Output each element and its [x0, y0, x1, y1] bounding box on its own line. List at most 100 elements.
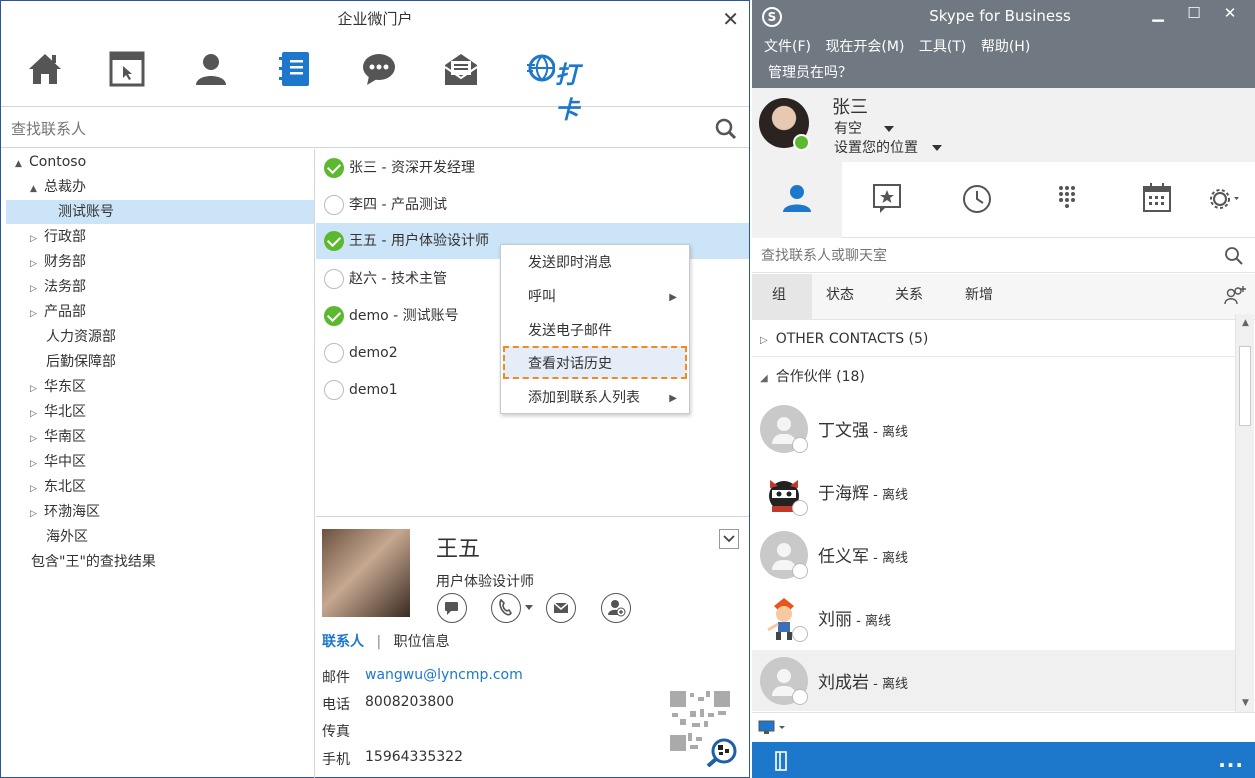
tab-relationships[interactable]: 关系	[895, 284, 923, 304]
tree-item[interactable]: ▲ 总裁办	[30, 175, 86, 199]
add-contact-icon[interactable]	[601, 593, 631, 623]
menu-item-call[interactable]: 呼叫 ▶	[501, 281, 689, 314]
menu-help[interactable]: 帮助(H)	[981, 39, 1030, 55]
tree-item[interactable]: 人力资源部	[46, 325, 116, 349]
qr-code-icon[interactable]	[668, 689, 740, 768]
phone-icon[interactable]	[491, 593, 521, 623]
tree-item[interactable]: ▷ 财务部	[30, 250, 86, 274]
location-dropdown[interactable]: 设置您的位置	[834, 137, 942, 157]
scroll-thumb[interactable]	[1239, 346, 1251, 426]
group-other-contacts[interactable]: ▷ OTHER CONTACTS (5)	[752, 321, 1235, 357]
menu-tools[interactable]: 工具(T)	[919, 39, 966, 55]
minimize-icon[interactable]: ▁	[1140, 4, 1176, 22]
maximize-icon[interactable]: ☐	[1176, 4, 1212, 22]
personal-note[interactable]: 管理员在吗？	[768, 62, 852, 82]
list-item[interactable]: 刘成岩 - 离线	[752, 650, 1235, 711]
user-name: 张三	[832, 97, 868, 118]
tree-item[interactable]: ▷ 华中区	[30, 450, 86, 474]
more-options-button[interactable]: ...	[1218, 748, 1244, 772]
chat-icon[interactable]	[359, 49, 399, 89]
expand-arrow-icon: ▷	[760, 335, 768, 346]
user-profile: 张三 有空 设置您的位置	[752, 88, 1255, 162]
tab-contact[interactable]: 联系人	[322, 634, 364, 650]
email-link[interactable]: wangwu@lyncmp.com	[365, 667, 523, 683]
menu-bar: 文件(F) 现在开会(M) 工具(T) 帮助(H)	[764, 36, 1040, 56]
list-item[interactable]: 任义军 - 离线	[752, 524, 1235, 587]
tree-item[interactable]: ▷ 东北区	[30, 475, 86, 499]
daka-icon[interactable]: 打卡	[527, 49, 599, 124]
monitor-icon[interactable]	[758, 720, 788, 736]
tree-item[interactable]: 后勤保障部	[46, 350, 116, 374]
im-icon[interactable]	[437, 593, 467, 623]
add-group-icon[interactable]	[1224, 284, 1248, 306]
tree-item[interactable]: ▷ 华南区	[30, 425, 86, 449]
tab-new[interactable]: 新增	[965, 284, 993, 304]
phone-dropdown-icon[interactable]	[525, 605, 533, 610]
skype-bottom-bar: ...	[752, 742, 1255, 778]
search-results-item[interactable]: 包含"王"的查找结果	[31, 550, 156, 574]
list-item[interactable]: 于海辉 - 离线	[752, 461, 1235, 524]
close-icon[interactable]: ✕	[722, 7, 739, 31]
tree-item[interactable]: ▷ 华北区	[30, 400, 86, 424]
tab-separator: |	[376, 634, 382, 650]
settings-gear-icon[interactable]	[1202, 162, 1252, 238]
tab-contacts[interactable]	[752, 162, 842, 238]
contact-view-tabs: 组 状态 关系 新增	[752, 274, 1255, 320]
address-book-icon[interactable]	[275, 49, 315, 89]
online-status-icon	[324, 158, 344, 178]
mobile-label: 手机	[322, 752, 350, 768]
tree-item[interactable]: ▷ 产品部	[30, 300, 86, 324]
list-item[interactable]: 丁文强 - 离线	[752, 398, 1235, 461]
chevron-down-icon[interactable]	[719, 529, 739, 549]
search-icon[interactable]	[715, 118, 737, 140]
group-partners[interactable]: ◢ 合作伙伴 (18)	[752, 359, 1235, 395]
home-icon[interactable]	[25, 49, 65, 89]
mail-icon[interactable]	[441, 49, 481, 89]
window-title: 企业微门户	[337, 10, 413, 28]
browser-icon[interactable]	[107, 49, 147, 89]
submenu-arrow-icon: ▶	[669, 292, 677, 303]
tab-groups[interactable]: 组	[772, 284, 786, 304]
menu-file[interactable]: 文件(F)	[764, 39, 811, 55]
menu-meet-now[interactable]: 现在开会(M)	[825, 39, 904, 55]
tab-favorites[interactable]	[842, 162, 932, 238]
tree-item[interactable]: ▷ 华东区	[30, 375, 86, 399]
scroll-down-icon[interactable]: ▼	[1236, 694, 1255, 712]
close-icon[interactable]: ✕	[1212, 4, 1248, 22]
skype-header: S Skype for Business ▁ ☐ ✕ 文件(F) 现在开会(M) 工…	[752, 0, 1255, 88]
menu-item-send-im[interactable]: 发送即时消息	[501, 247, 689, 280]
contact-search-input[interactable]	[11, 116, 691, 142]
contact-row[interactable]: 张三 - 资深开发经理	[316, 150, 749, 186]
tree-item[interactable]: ▷ 行政部	[30, 225, 86, 249]
menu-item-view-history[interactable]: 查看对话历史	[503, 346, 687, 379]
scrollbar[interactable]: ▲ ▼	[1235, 314, 1254, 712]
contact-card: 王五 用户体验设计师 联系人 | 职位信息 邮件 wangwu@lyncmp.c…	[316, 516, 749, 778]
tree-item-selected[interactable]: 测试账号	[6, 200, 314, 224]
offline-status-icon	[324, 380, 344, 400]
collapse-arrow-icon: ◢	[760, 373, 768, 384]
tab-meetings[interactable]	[1112, 162, 1202, 238]
tree-item[interactable]: ▲ Contoso	[15, 150, 86, 174]
menu-item-send-email[interactable]: 发送电子邮件	[501, 315, 689, 348]
tab-job-info[interactable]: 职位信息	[394, 634, 450, 650]
scroll-up-icon[interactable]: ▲	[1236, 314, 1255, 332]
tab-status[interactable]: 状态	[826, 284, 854, 304]
skype-search-input[interactable]	[761, 245, 1201, 267]
contact-photo	[322, 529, 410, 617]
list-item[interactable]: 刘丽 - 离线	[752, 587, 1235, 650]
email-icon[interactable]	[546, 593, 576, 623]
contact-row[interactable]: 李四 - 产品测试	[316, 187, 749, 223]
conversation-window-icon[interactable]	[770, 750, 792, 772]
search-icon[interactable]	[1224, 246, 1244, 266]
skype-window: S Skype for Business ▁ ☐ ✕ 文件(F) 现在开会(M) 工…	[751, 0, 1255, 778]
tree-item[interactable]: ▷ 法务部	[30, 275, 86, 299]
tree-item[interactable]: 海外区	[46, 525, 88, 549]
presence-dropdown[interactable]: 有空	[834, 118, 894, 138]
person-icon[interactable]	[191, 49, 231, 89]
menu-item-add-to-contacts[interactable]: 添加到联系人列表 ▶	[501, 382, 689, 415]
tree-item[interactable]: ▷ 环渤海区	[30, 500, 100, 524]
portal-window: 企业微门户 ✕ 打卡 查找联系人 ▲ Contoso ▲ 总裁办 测试账号 ▷ …	[0, 0, 750, 778]
tab-dialpad[interactable]	[1022, 162, 1112, 238]
tab-recent[interactable]	[932, 162, 1022, 238]
skype-contact-list: ▷ OTHER CONTACTS (5) ◢ 合作伙伴 (18) 丁文强 - 离线 …	[752, 321, 1235, 711]
